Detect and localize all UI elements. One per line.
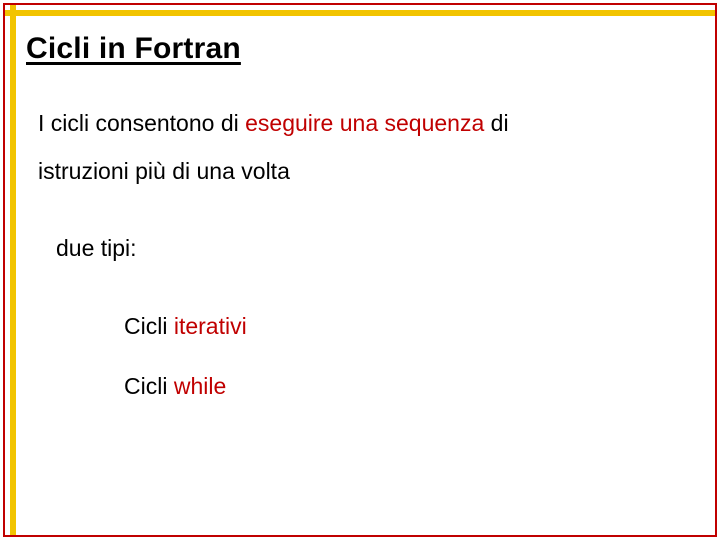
body-line-1a: I cicli consentono di <box>38 110 245 136</box>
body-item-2: Cicli while <box>124 365 696 409</box>
body-item-1: Cicli iterativi <box>124 305 696 349</box>
body-line-3: due tipi: <box>56 227 696 271</box>
body-item-2a: Cicli <box>124 373 174 399</box>
body-item-1a: Cicli <box>124 313 174 339</box>
body-item-1b-accent: iterativi <box>174 313 247 339</box>
body-line-2: istruzioni più di una volta <box>38 150 696 194</box>
slide-title: Cicli in Fortran <box>26 32 696 66</box>
body-line-1: I cicli consentono di eseguire una seque… <box>38 102 696 146</box>
stripe-yellow-vertical <box>10 5 16 535</box>
body-line-1c: di <box>484 110 508 136</box>
slide-frame: Cicli in Fortran I cicli consentono di e… <box>0 0 720 540</box>
slide-content: Cicli in Fortran I cicli consentono di e… <box>26 26 696 408</box>
body-line-1b-accent: eseguire una sequenza <box>245 110 484 136</box>
slide-body: I cicli consentono di eseguire una seque… <box>26 102 696 408</box>
stripe-yellow-horizontal <box>5 10 715 16</box>
body-item-2b-accent: while <box>174 373 226 399</box>
